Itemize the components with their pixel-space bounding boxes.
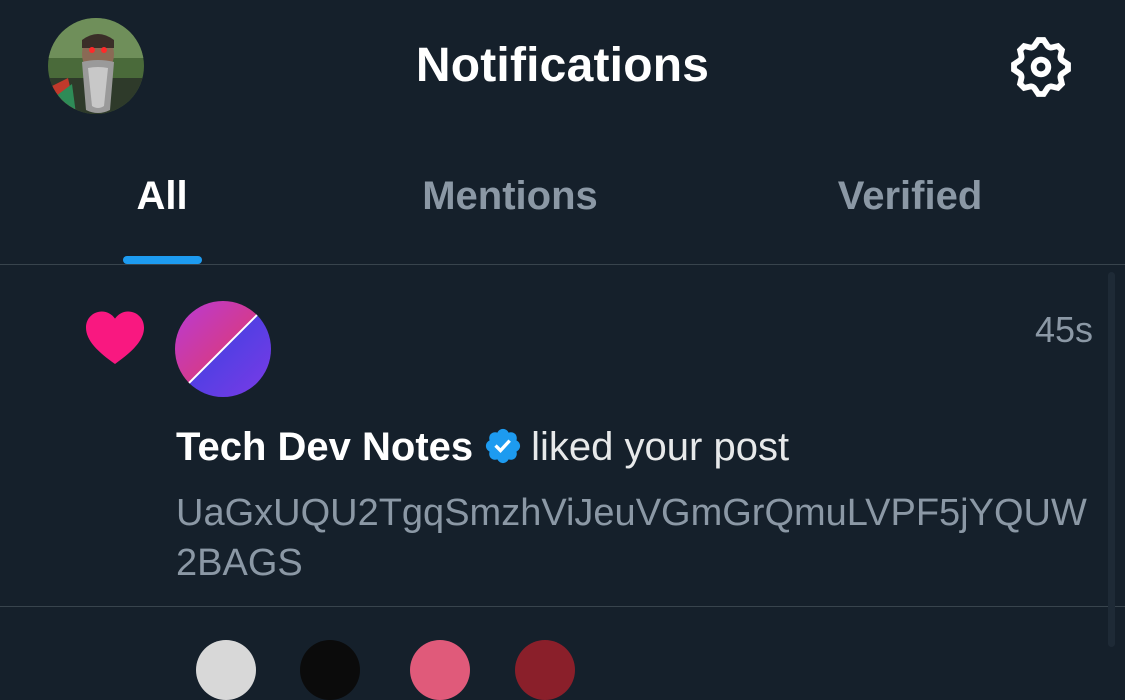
gear-icon xyxy=(1011,37,1071,97)
scrollbar[interactable] xyxy=(1108,272,1115,647)
next-avatar[interactable] xyxy=(410,640,470,700)
next-avatar[interactable] xyxy=(515,640,575,700)
notification-tabs: All Mentions Verified xyxy=(0,150,1125,264)
tab-all[interactable]: All xyxy=(40,150,284,264)
page-title: Notifications xyxy=(415,39,710,92)
verified-badge-icon xyxy=(486,428,521,464)
notification-summary: Tech Dev Notes liked your post xyxy=(176,423,789,471)
tab-verified[interactable]: Verified xyxy=(780,150,1040,264)
next-avatar[interactable] xyxy=(196,640,256,700)
heart-icon xyxy=(85,311,145,364)
next-avatar[interactable] xyxy=(300,640,360,700)
actor-name[interactable]: Tech Dev Notes xyxy=(176,425,473,469)
notification-time: 45s xyxy=(1034,309,1093,350)
tab-label: Verified xyxy=(837,174,983,218)
actor-avatar-icon xyxy=(175,301,271,397)
notification-divider xyxy=(0,606,1125,607)
header: Notifications xyxy=(0,0,1125,135)
tab-label: All xyxy=(136,174,188,218)
tab-label: Mentions xyxy=(422,174,598,218)
settings-button[interactable] xyxy=(1006,32,1076,102)
post-preview-text: UaGxUQU2TgqSmzhViJeuVGmGrQmuLVPF5jYQUW2B… xyxy=(176,492,1087,584)
active-tab-indicator xyxy=(123,256,202,264)
action-text: liked your post xyxy=(531,425,790,469)
tab-mentions[interactable]: Mentions xyxy=(370,150,650,264)
actor-avatar[interactable] xyxy=(175,301,271,397)
